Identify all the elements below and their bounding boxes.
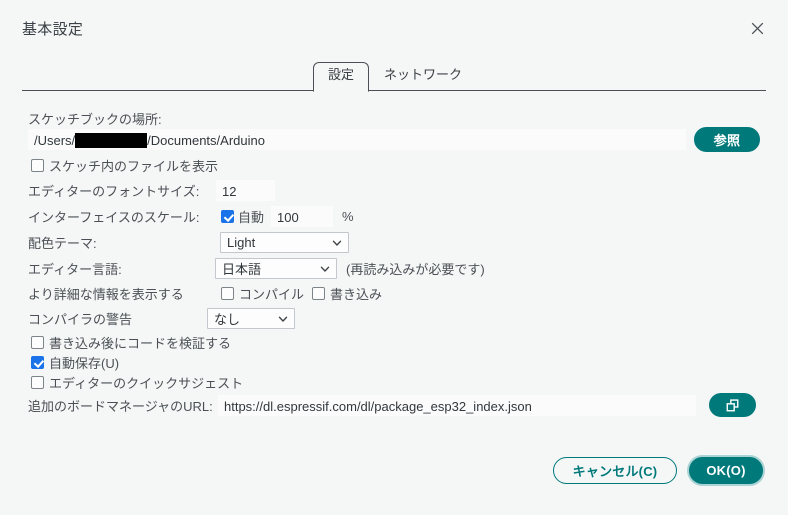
theme-label: 配色テーマ: (28, 236, 97, 251)
browse-button[interactable]: 参照 (694, 127, 760, 152)
verbose-compile-label[interactable]: コンパイル (239, 284, 304, 303)
sketchbook-path-prefix: /Users/ (34, 132, 76, 148)
theme-select[interactable]: Light (220, 232, 349, 253)
language-row: エディター言語: 日本語 (再読み込みが必要です) (28, 258, 485, 279)
sketchbook-path-input[interactable]: /Users/ /Documents/Arduino (28, 129, 686, 150)
verify-after-upload-label[interactable]: 書き込み後にコードを検証する (49, 333, 231, 352)
interface-scale-label: インターフェイスのスケール: (28, 210, 200, 225)
dialog-titlebar: 基本設定 (0, 0, 788, 55)
theme-row: 配色テーマ: Light (28, 232, 349, 253)
tab-network[interactable]: ネットワーク (369, 62, 477, 91)
sketchbook-location-label-row: スケッチブックの場所: (28, 109, 162, 128)
editor-font-size-row: エディターのフォントサイズ: 12 (28, 180, 275, 201)
interface-scale-input[interactable]: 100 (271, 206, 334, 227)
verify-after-upload-checkbox[interactable] (31, 336, 44, 349)
verbose-output-row: より詳細な情報を表示する コンパイル 書き込み (28, 284, 382, 303)
verbose-upload-checkbox[interactable] (312, 287, 326, 300)
editor-quick-suggest-checkbox[interactable] (31, 376, 44, 389)
verbose-output-label: より詳細な情報を表示する (28, 287, 184, 302)
sketchbook-path-row: /Users/ /Documents/Arduino (28, 129, 686, 150)
show-files-inside-sketch-row[interactable]: スケッチ内のファイルを表示 (31, 156, 218, 175)
interface-scale-auto-label[interactable]: 自動 (238, 207, 264, 226)
compiler-warnings-label: コンパイラの警告 (28, 312, 133, 327)
close-icon[interactable] (746, 17, 768, 39)
show-files-inside-sketch-checkbox[interactable] (31, 159, 44, 172)
compiler-warnings-row: コンパイラの警告 なし (28, 308, 295, 329)
ok-button[interactable]: OK(O) (689, 457, 763, 484)
chevron-down-icon (320, 266, 330, 272)
tab-settings[interactable]: 設定 (313, 62, 370, 92)
board-manager-urls-edit-button[interactable] (709, 393, 756, 417)
editor-quick-suggest-row[interactable]: エディターのクイックサジェスト (31, 373, 243, 392)
language-select[interactable]: 日本語 (215, 258, 337, 279)
language-reload-note: (再読み込みが必要です) (346, 262, 485, 277)
editor-font-size-label: エディターのフォントサイズ: (28, 184, 200, 199)
show-files-inside-sketch-label[interactable]: スケッチ内のファイルを表示 (49, 156, 218, 175)
auto-save-row[interactable]: 自動保存(U) (31, 353, 119, 372)
language-label: エディター言語: (28, 262, 122, 277)
page-title: 基本設定 (22, 21, 84, 38)
compiler-warnings-select[interactable]: なし (207, 308, 295, 329)
board-manager-urls-edit-row (709, 393, 756, 417)
interface-scale-auto-checkbox[interactable] (221, 210, 234, 223)
auto-save-checkbox[interactable] (31, 356, 44, 369)
chevron-down-icon (278, 316, 288, 322)
dialog-footer: キャンセル(C) OK(O) (0, 455, 788, 489)
language-select-value: 日本語 (222, 262, 262, 277)
auto-save-label[interactable]: 自動保存(U) (49, 353, 119, 372)
board-manager-urls-label: 追加のボードマネージャのURL: (28, 399, 213, 414)
editor-quick-suggest-label[interactable]: エディターのクイックサジェスト (49, 373, 243, 392)
verbose-upload-label[interactable]: 書き込み (330, 284, 382, 303)
verify-after-upload-row[interactable]: 書き込み後にコードを検証する (31, 333, 231, 352)
verbose-compile-checkbox[interactable] (221, 287, 234, 300)
browse-button-row: 参照 (694, 127, 760, 152)
sketchbook-path-redaction (75, 132, 148, 148)
interface-scale-row: インターフェイスのスケール: 自動 100 % (28, 206, 354, 227)
chevron-down-icon (332, 240, 342, 246)
cancel-button[interactable]: キャンセル(C) (553, 457, 677, 484)
tab-bar: 設定 ネットワーク (0, 59, 788, 92)
sketchbook-location-label: スケッチブックの場所: (28, 112, 162, 127)
interface-scale-unit: % (342, 209, 354, 224)
sketchbook-path-suffix: /Documents/Arduino (147, 132, 265, 148)
open-window-icon (726, 398, 739, 411)
board-manager-urls-row: 追加のボードマネージャのURL: https://dl.espressif.co… (28, 395, 696, 416)
compiler-warnings-select-value: なし (214, 312, 241, 327)
editor-font-size-input[interactable]: 12 (216, 180, 275, 201)
theme-select-value: Light (227, 235, 256, 250)
board-manager-urls-input[interactable]: https://dl.espressif.com/dl/package_esp3… (218, 395, 696, 416)
